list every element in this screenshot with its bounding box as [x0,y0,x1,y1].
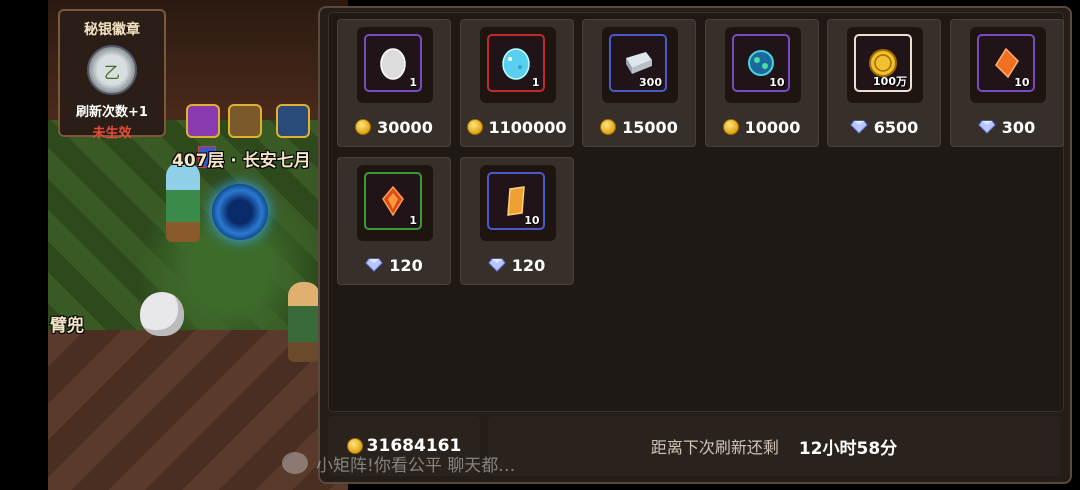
shop-item-fire-crystal[interactable]: 1 120 [337,157,451,285]
fire-crystal-icon: 1 [364,172,422,230]
item-quantity: 1 [409,76,417,89]
scene-boss-icon[interactable] [276,104,310,138]
item-quantity: 300 [639,76,662,89]
item-price[interactable]: 30000 [338,112,450,142]
item-slot: 300 [602,27,678,103]
chat-text: 小矩阵!你看公平 聊天都… [316,455,516,476]
chat-preview[interactable]: 小矩阵!你看公平 聊天都… [282,448,582,478]
price-value: 15000 [622,117,678,137]
item-quantity: 100万 [873,75,907,88]
white-egg-icon: 1 [364,34,422,92]
item-slot: 10 [969,27,1046,103]
companion-character[interactable] [288,282,320,362]
shop-item-orange-crystal[interactable]: 10 300 [949,19,1064,147]
item-slot: 10 [724,27,801,103]
price-value: 1100000 [488,117,567,137]
price-value: 300 [1001,117,1036,137]
silver-ingot-icon: 300 [609,34,667,92]
badge-emblem-icon: 乙 [87,45,137,95]
item-price[interactable]: 1100000 [461,112,573,142]
diamond-icon [978,120,996,134]
gold-coin-pack-icon: 100万 [854,34,912,92]
shop-item-gold-coin-pack[interactable]: 100万 6500 [827,19,941,147]
hero-character[interactable] [166,162,200,242]
gold-coin-icon [466,119,483,135]
diamond-icon [850,120,868,134]
spirit-orb-icon: 10 [731,34,790,92]
price-value: 10000 [744,117,801,137]
mithril-badge-panel[interactable]: 秘银徽章 乙 刷新次数+1 未生效 [58,9,166,141]
shop-item-blue-egg[interactable]: 1 1100000 [459,19,574,147]
gold-shard-icon: 10 [486,172,545,230]
scene-guild-icon[interactable] [186,104,220,138]
chicken-npc[interactable] [140,292,184,336]
scene-event-icon[interactable] [228,104,262,138]
badge-emblem-glyph: 乙 [103,63,120,82]
shop-item-gold-shard[interactable]: 10 120 [459,157,574,285]
diamond-icon [365,258,383,272]
gold-coin-icon [600,119,617,135]
item-price[interactable]: 10000 [706,112,818,142]
blue-egg-icon: 1 [486,34,545,92]
refresh-label: 距离下次刷新还剩 [650,438,779,457]
item-quantity: 10 [1014,76,1030,89]
item-price[interactable]: 120 [461,250,573,280]
shop-grid: 1 30000 1 1100000 300 15000 10 10000 100万 6500 10 3… [328,12,1064,412]
chat-bubble-icon[interactable] [282,452,308,474]
item-slot: 1 [479,27,556,103]
item-price[interactable]: 300 [951,112,1063,142]
price-value: 6500 [873,117,919,137]
refresh-time: 12小时58分 [798,438,898,459]
item-price[interactable]: 15000 [583,112,695,142]
badge-status: 未生效 [92,126,132,141]
item-slot: 10 [479,165,556,241]
floor-label: 407层 · 长安七月 [172,151,311,171]
item-slot: 1 [357,165,433,241]
shop-panel: 1 30000 1 1100000 300 15000 10 10000 100万 6500 10 3… [318,6,1072,484]
npc-label: 臂兜 [50,316,84,336]
item-price[interactable]: 120 [338,250,450,280]
item-quantity: 1 [409,214,417,227]
item-price[interactable]: 6500 [828,112,940,142]
price-value: 120 [511,255,546,275]
shop-item-white-egg[interactable]: 1 30000 [337,19,451,147]
item-quantity: 1 [531,76,540,89]
shop-item-silver-ingot[interactable]: 300 15000 [582,19,696,147]
item-quantity: 10 [524,214,540,227]
shop-item-spirit-orb[interactable]: 10 10000 [704,19,819,147]
diamond-icon [488,258,506,272]
price-value: 30000 [377,117,433,137]
portal-icon[interactable] [212,184,268,240]
item-quantity: 10 [769,76,785,89]
item-slot: 1 [357,27,433,103]
badge-title: 秘银徽章 [84,22,140,38]
gold-coin-icon [355,119,372,135]
price-value: 120 [389,255,423,275]
badge-effect: 刷新次数+1 [76,105,148,120]
gold-coin-icon [722,119,739,135]
item-slot: 100万 [847,27,923,103]
orange-crystal-icon: 10 [976,34,1035,92]
